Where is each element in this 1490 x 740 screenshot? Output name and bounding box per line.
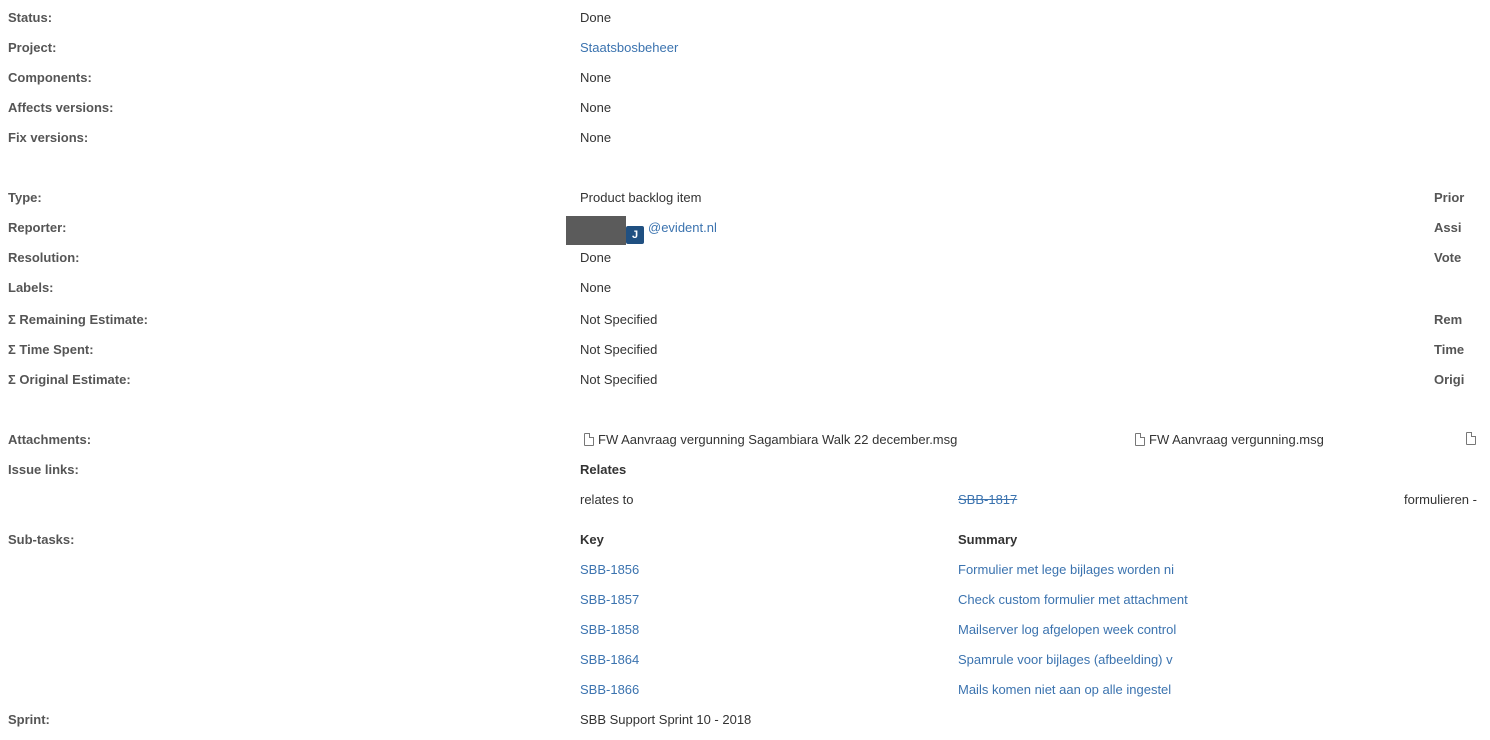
subtask-key[interactable]: SBB-1866 [580,682,639,697]
votes-label: Vote [1434,250,1462,265]
attachment-name: FW Aanvraag vergunning.msg [1149,432,1324,447]
subtask-summary[interactable]: Mails komen niet aan op alle ingestel [958,682,1171,697]
affects-versions-label: Affects versions: [8,100,114,115]
assignee-label: Assi [1434,220,1462,235]
reporter-label: Reporter: [8,220,67,235]
remaining-estimate-label: Σ Remaining Estimate: [8,312,148,327]
project-label: Project: [8,40,57,55]
reporter-link[interactable]: @evident.nl [648,220,717,235]
remaining-label: Rem [1434,312,1463,327]
linked-issue-summary: formulieren - [1404,492,1477,507]
issue-links-header: Relates [580,462,627,477]
subtasks-summary-header: Summary [958,532,1018,547]
time-spent-label: Σ Time Spent: [8,342,94,357]
subtasks-label: Sub-tasks: [8,532,75,547]
attachments-label: Attachments: [8,432,92,447]
time-spent-value: Not Specified [580,342,658,357]
components-label: Components: [8,70,92,85]
original-label: Origi [1434,372,1465,387]
subtask-key[interactable]: SBB-1864 [580,652,639,667]
sprint-value: SBB Support Sprint 10 - 2018 [580,712,752,727]
reporter-avatar-redacted [566,216,626,245]
subtask-summary[interactable]: Formulier met lege bijlages worden ni [958,562,1174,577]
time-label: Time [1434,342,1465,357]
subtask-key[interactable]: SBB-1857 [580,592,639,607]
subtask-summary[interactable]: Spamrule voor bijlages (afbeelding) v [958,652,1173,667]
subtask-key[interactable]: SBB-1856 [580,562,639,577]
attachment-item[interactable]: FW Aanvraag vergunning.msg [1135,432,1324,447]
resolution-label: Resolution: [8,250,80,265]
original-estimate-value: Not Specified [580,372,658,387]
project-link[interactable]: Staatsbosbeheer [580,40,678,55]
type-label: Type: [8,190,42,205]
priority-label: Prior [1434,190,1465,205]
status-label: Status: [8,10,53,25]
attachment-name: FW Aanvraag vergunning Sagambiara Walk 2… [598,432,958,447]
components-value: None [580,70,612,85]
subtask-summary[interactable]: Mailserver log afgelopen week control [958,622,1176,637]
labels-value: None [580,280,612,295]
affects-versions-value: None [580,100,612,115]
file-icon [1466,432,1476,445]
remaining-estimate-value: Not Specified [580,312,658,327]
subtasks-key-header: Key [580,532,604,547]
labels-label: Labels: [8,280,54,295]
subtask-summary[interactable]: Check custom formulier met attachment [958,592,1188,607]
file-icon [584,433,594,446]
reporter-avatar: J [626,226,644,244]
attachment-item[interactable] [1466,432,1476,445]
attachment-item[interactable]: FW Aanvraag vergunning Sagambiara Walk 2… [584,432,957,447]
resolution-value: Done [580,250,612,265]
issue-links-label: Issue links: [8,462,79,477]
fix-versions-value: None [580,130,612,145]
file-icon [1135,433,1145,446]
fix-versions-label: Fix versions: [8,130,89,145]
original-estimate-label: Σ Original Estimate: [8,372,131,387]
subtask-key[interactable]: SBB-1858 [580,622,639,637]
status-value: Done [580,10,612,25]
linked-issue-key[interactable]: SBB-1817 [958,492,1017,507]
sprint-label: Sprint: [8,712,50,727]
type-value: Product backlog item [580,190,702,205]
link-relation: relates to [580,492,634,507]
